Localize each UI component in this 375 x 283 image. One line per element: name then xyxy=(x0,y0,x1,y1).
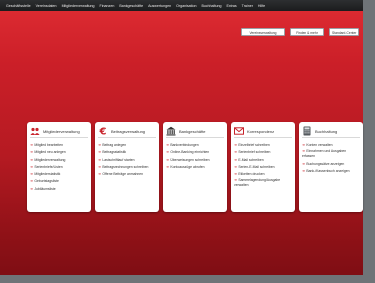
arrow-right-icon: ➔ xyxy=(234,143,237,147)
arrow-right-icon: ➔ xyxy=(302,162,305,167)
card-link[interactable]: ➔ Einzelbrief schreiben xyxy=(234,142,292,149)
card-link[interactable]: ➔ Konten verwalten xyxy=(302,142,360,149)
menu-item-finanzen[interactable]: Finanzen xyxy=(100,4,115,8)
card-link[interactable]: ➔ Jubiläumsliste xyxy=(30,186,88,193)
card-link[interactable]: ➔ Serienbrief schreiben xyxy=(234,149,292,156)
menu-item-extras[interactable]: Extras xyxy=(226,4,236,8)
card-link[interactable]: ➔ Mitgliederstatistik xyxy=(30,171,88,178)
arrow-right-icon: ➔ xyxy=(98,157,101,162)
arrow-right-icon: ➔ xyxy=(30,164,33,169)
menu-item-organisation[interactable]: Organisation xyxy=(176,4,196,8)
arrow-right-icon: ➔ xyxy=(234,164,237,169)
card-link-list: ➔ Mitglied bearbeiten ➔ Mitglied neu anleg… xyxy=(30,142,88,193)
card-bankgeschaefte: Bankgeschäfte ➔ Bankverbindungen ➔ Online-… xyxy=(163,122,227,212)
arrow-right-icon: ➔ xyxy=(166,164,169,169)
start-page: Vereinsverwaltung Finden & mehr Standard… xyxy=(0,11,363,275)
card-link[interactable]: ➔ Kontoauszüge abrufen xyxy=(166,164,224,171)
card-header[interactable]: € Beitragsverwaltung xyxy=(98,125,156,138)
app-window: Geschäftsstelle Vereinsdaten Mitgliederv… xyxy=(0,0,363,275)
menu-item-geschaeftsstelle[interactable]: Geschäftsstelle xyxy=(6,4,31,8)
menu-item-hilfe[interactable]: Hilfe xyxy=(258,4,265,8)
card-link[interactable]: ➔ Überweisungen schreiben xyxy=(166,157,224,164)
card-link[interactable]: ➔ Sammelagendung/Ausgabe verwalten xyxy=(234,178,292,187)
euro-icon: € xyxy=(98,126,108,136)
arrow-right-icon: ➔ xyxy=(234,157,237,162)
card-link[interactable]: ➔ Serienbriefe/Listen xyxy=(30,164,88,171)
arrow-right-icon: ➔ xyxy=(30,179,33,184)
card-link[interactable]: ➔ Mitglied bearbeiten xyxy=(30,142,88,149)
arrow-right-icon: ➔ xyxy=(98,172,101,177)
people-group-icon xyxy=(30,126,40,136)
arrow-right-icon: ➔ xyxy=(302,169,305,174)
menu-item-bankgeschaefte[interactable]: Bankgeschäfte xyxy=(119,4,143,8)
card-link-list: ➔ Konten verwalten ➔ Einnahmen und Ausgabe… xyxy=(302,142,360,176)
card-beitragsverwaltung: € Beitragsverwaltung ➔ Beitrag anlegen ➔ B… xyxy=(95,122,159,212)
arrow-right-icon: ➔ xyxy=(98,164,101,169)
module-cards: Mitgliederverwaltung ➔ Mitglied bearbeite… xyxy=(27,122,363,212)
card-link[interactable]: ➔ Mitglied neu anlegen xyxy=(30,149,88,156)
bank-icon xyxy=(166,126,176,136)
card-korrespondenz: Korrespondenz ➔ Einzelbrief schreiben ➔ Se… xyxy=(231,122,295,212)
menu-item-vereinsdaten[interactable]: Vereinsdaten xyxy=(36,4,57,8)
card-mitgliederverwaltung: Mitgliederverwaltung ➔ Mitglied bearbeite… xyxy=(27,122,91,212)
card-link[interactable]: ➔ Einnahmen und Ausgaben erfassen xyxy=(302,149,360,158)
card-header[interactable]: Korrespondenz xyxy=(234,125,292,138)
arrow-right-icon: ➔ xyxy=(302,143,305,147)
card-link[interactable]: ➔ Lastschriftlauf starten xyxy=(98,157,156,164)
card-link[interactable]: ➔ Mitgliederverwaltung xyxy=(30,157,88,164)
card-header[interactable]: Bankgeschäfte xyxy=(166,125,224,138)
card-link[interactable]: ➔ Serien-E-Mail schreiben xyxy=(234,164,292,171)
menu-item-trainer[interactable]: Trainer xyxy=(242,4,253,8)
card-link[interactable]: ➔ Etiketten drucken xyxy=(234,171,292,178)
card-header[interactable]: Buchhaltung xyxy=(302,125,360,138)
card-header[interactable]: Mitgliederverwaltung xyxy=(30,125,88,138)
card-title: Mitgliederverwaltung xyxy=(43,128,80,134)
arrow-right-icon: ➔ xyxy=(234,150,237,155)
card-link-list: ➔ Beitrag anlegen ➔ Beitragsstatistik ➔ Las… xyxy=(98,142,156,178)
card-title: Buchhaltung xyxy=(315,128,338,134)
arrow-right-icon: ➔ xyxy=(234,178,237,183)
arrow-right-icon: ➔ xyxy=(30,172,33,177)
card-link[interactable]: ➔ Offene Beiträge anmahnen xyxy=(98,171,156,178)
card-link[interactable]: ➔ Bankverbindungen xyxy=(166,142,224,149)
menu-item-buchhaltung[interactable]: Buchhaltung xyxy=(201,4,221,8)
svg-text:€: € xyxy=(99,127,107,136)
card-link[interactable]: ➔ E-Mail schreiben xyxy=(234,157,292,164)
arrow-right-icon: ➔ xyxy=(234,172,237,177)
finden-button[interactable]: Finden & mehr xyxy=(290,28,324,36)
card-link[interactable]: ➔ Buchungssätze anzeigen xyxy=(302,161,360,168)
card-link[interactable]: ➔ Geburtstagsliste xyxy=(30,178,88,185)
card-link[interactable]: ➔ Beitragsstatistik xyxy=(98,149,156,156)
card-title: Beitragsverwaltung xyxy=(111,128,146,134)
arrow-right-icon: ➔ xyxy=(166,143,169,147)
card-link[interactable]: ➔ Beitrag anlegen xyxy=(98,142,156,149)
card-link[interactable]: ➔ Online-Banking einrichten xyxy=(166,149,224,156)
calculator-icon xyxy=(302,126,312,136)
arrow-right-icon: ➔ xyxy=(30,157,33,162)
menu-item-mitgliederverwaltung[interactable]: Mitgliederverwaltung xyxy=(62,4,95,8)
menu-item-auswertungen[interactable]: Auswertungen xyxy=(148,4,171,8)
envelope-icon xyxy=(234,126,244,136)
standard-center-button[interactable]: Standard-Center xyxy=(329,28,359,36)
card-link[interactable]: ➔ Bank-/Kassenbuch anzeigen xyxy=(302,168,360,175)
card-buchhaltung: Buchhaltung ➔ Konten verwalten ➔ Einnahmen… xyxy=(299,122,363,212)
arrow-right-icon: ➔ xyxy=(30,186,33,191)
menu-bar: Geschäftsstelle Vereinsdaten Mitgliederv… xyxy=(0,0,363,11)
arrow-right-icon: ➔ xyxy=(98,143,101,147)
card-link-list: ➔ Einzelbrief schreiben ➔ Serienbrief schr… xyxy=(234,142,292,188)
card-title: Korrespondenz xyxy=(247,128,275,134)
top-button-group: Vereinsverwaltung Finden & mehr Standard… xyxy=(241,28,359,36)
arrow-right-icon: ➔ xyxy=(30,143,33,147)
card-title: Bankgeschäfte xyxy=(179,128,206,134)
vereinsverwaltung-button[interactable]: Vereinsverwaltung xyxy=(241,28,285,36)
arrow-right-icon: ➔ xyxy=(302,149,305,154)
arrow-right-icon: ➔ xyxy=(98,150,101,155)
arrow-right-icon: ➔ xyxy=(166,150,169,155)
card-link-list: ➔ Bankverbindungen ➔ Online-Banking einric… xyxy=(166,142,224,171)
card-link[interactable]: ➔ Beitragsrechnungen schreiben xyxy=(98,164,156,171)
arrow-right-icon: ➔ xyxy=(30,150,33,155)
arrow-right-icon: ➔ xyxy=(166,157,169,162)
